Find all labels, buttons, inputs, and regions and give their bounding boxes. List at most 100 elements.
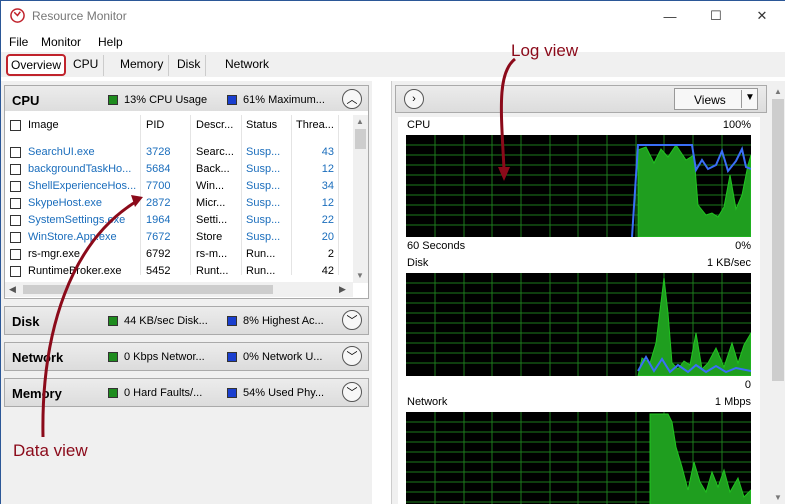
- scroll-down-icon[interactable]: ▼: [356, 271, 364, 280]
- disk-graph-max: 1 KB/sec: [706, 257, 751, 269]
- process-threads: 42: [321, 265, 334, 277]
- minimize-button[interactable]: —: [647, 1, 693, 31]
- process-threads: 43: [321, 146, 334, 158]
- process-image: WinStore.App.exe: [28, 231, 117, 243]
- column-header-threads[interactable]: Threa...: [296, 119, 336, 131]
- select-all-checkbox[interactable]: [10, 120, 21, 131]
- disk-section-title: Disk: [12, 314, 40, 329]
- cpu-process-table: Image PID Descr... Status Threa... Searc…: [4, 111, 369, 299]
- process-threads: 2: [327, 248, 334, 260]
- network-section-header[interactable]: Network 0 Kbps Networ... 0% Network U...…: [4, 342, 369, 371]
- network-graph: [406, 412, 751, 504]
- column-header-image[interactable]: Image: [28, 119, 59, 131]
- row-checkbox[interactable]: [10, 266, 21, 277]
- memory-section-header[interactable]: Memory 0 Hard Faults/... 54% Used Phy...…: [4, 378, 369, 407]
- table-row[interactable]: ShellExperienceHos... 7700 Win... Susp... 34: [5, 178, 351, 195]
- process-threads: 12: [321, 163, 334, 175]
- table-row[interactable]: backgroundTaskHo... 5684 Back... Susp... 12: [5, 161, 351, 178]
- row-checkbox[interactable]: [10, 181, 21, 192]
- process-status: Susp...: [246, 197, 281, 209]
- tab-bar: Overview CPU Memory Disk Network: [1, 52, 785, 77]
- disk-highest-legend-icon: [227, 316, 237, 326]
- table-row[interactable]: RuntimeBroker.exe 5452 Runt... Run... 42: [5, 263, 351, 280]
- maximize-button[interactable]: ☐: [693, 1, 739, 31]
- cpu-graph-max: 100%: [722, 119, 751, 131]
- disk-graph-min: 0: [744, 379, 751, 391]
- expand-chevron-icon[interactable]: ﹀: [342, 346, 362, 366]
- disk-graph: [406, 273, 751, 376]
- cpu-graph-title: CPU: [407, 119, 431, 131]
- cpu-max-metric: 61% Maximum...: [243, 94, 325, 106]
- row-checkbox[interactable]: [10, 232, 21, 243]
- scroll-left-icon[interactable]: ◀: [9, 284, 16, 295]
- menu-monitor[interactable]: Monitor: [41, 35, 81, 49]
- row-checkbox[interactable]: [10, 147, 21, 158]
- network-activity-metric: 0 Kbps Networ...: [124, 351, 205, 363]
- process-description: Searc...: [196, 146, 234, 158]
- cpu-graph-min: 0%: [735, 240, 751, 252]
- network-activity-legend-icon: [108, 352, 118, 362]
- process-pid: 5452: [146, 265, 171, 277]
- disk-activity-legend-icon: [108, 316, 118, 326]
- used-memory-legend-icon: [227, 388, 237, 398]
- process-description: Runt...: [196, 265, 229, 277]
- table-row[interactable]: SystemSettings.exe 1964 Setti... Susp... 22: [5, 212, 351, 229]
- tab-cpu[interactable]: CPU: [68, 55, 105, 76]
- resource-monitor-window: Resource Monitor — ☐ ✕ File Monitor Help…: [0, 0, 785, 504]
- tab-memory[interactable]: Memory: [115, 55, 170, 76]
- scroll-thumb[interactable]: [23, 285, 273, 294]
- column-header-pid[interactable]: PID: [146, 119, 164, 131]
- horizontal-scrollbar[interactable]: ◀ ▶: [5, 282, 353, 297]
- expand-chevron-icon[interactable]: ﹀: [342, 382, 362, 402]
- views-dropdown[interactable]: Views ▼: [674, 88, 758, 110]
- column-header-status[interactable]: Status: [246, 119, 277, 131]
- expand-chevron-icon[interactable]: ﹀: [342, 310, 362, 330]
- menu-file[interactable]: File: [9, 35, 28, 49]
- process-description: Micr...: [196, 197, 226, 209]
- graphs-vertical-scrollbar[interactable]: ▲ ▼: [770, 85, 785, 504]
- chevron-down-icon[interactable]: ▼: [745, 92, 755, 103]
- collapse-chevron-icon[interactable]: ︿: [342, 89, 362, 109]
- process-status: Susp...: [246, 231, 281, 243]
- collapse-graphs-icon[interactable]: ›: [404, 89, 424, 109]
- column-header-description[interactable]: Descr...: [196, 119, 236, 131]
- tab-disk[interactable]: Disk: [172, 55, 207, 76]
- process-status: Run...: [246, 248, 276, 260]
- graphs-header: › Views ▼: [395, 85, 767, 113]
- cpu-section-header[interactable]: CPU 13% CPU Usage 61% Maximum... ︿: [4, 85, 369, 114]
- scroll-down-icon[interactable]: ▼: [774, 493, 782, 502]
- process-description: rs-m...: [196, 248, 228, 260]
- table-row[interactable]: SkypeHost.exe 2872 Micr... Susp... 12: [5, 195, 351, 212]
- tab-network[interactable]: Network: [220, 55, 275, 76]
- table-row[interactable]: rs-mgr.exe 6792 rs-m... Run... 2: [5, 246, 351, 263]
- row-checkbox[interactable]: [10, 164, 21, 175]
- row-checkbox[interactable]: [10, 249, 21, 260]
- cpu-max-legend-icon: [227, 95, 237, 105]
- window-title: Resource Monitor: [32, 9, 127, 23]
- table-row[interactable]: WinStore.App.exe 7672 Store Susp... 20: [5, 229, 351, 246]
- scroll-up-icon[interactable]: ▲: [774, 87, 782, 96]
- scroll-thumb[interactable]: [355, 129, 366, 149]
- data-view-annotation: Data view: [13, 441, 88, 460]
- process-threads: 12: [321, 197, 334, 209]
- scroll-right-icon[interactable]: ▶: [339, 284, 346, 295]
- process-threads: 34: [321, 180, 334, 192]
- scroll-up-icon[interactable]: ▲: [356, 117, 364, 126]
- process-status: Susp...: [246, 180, 281, 192]
- tab-overview[interactable]: Overview: [6, 54, 67, 76]
- process-image: ShellExperienceHos...: [28, 180, 137, 192]
- row-checkbox[interactable]: [10, 215, 21, 226]
- scroll-thumb[interactable]: [772, 99, 784, 381]
- table-row[interactable]: SearchUI.exe 3728 Searc... Susp... 43: [5, 144, 351, 161]
- close-button[interactable]: ✕: [739, 1, 785, 31]
- process-image: SearchUI.exe: [28, 146, 95, 158]
- menu-help[interactable]: Help: [98, 35, 123, 49]
- disk-graph-title: Disk: [407, 257, 429, 269]
- vertical-scrollbar[interactable]: ▲ ▼: [353, 115, 368, 283]
- process-description: Store: [196, 231, 223, 243]
- network-section-title: Network: [12, 350, 64, 365]
- dropdown-divider: [741, 90, 742, 108]
- row-checkbox[interactable]: [10, 198, 21, 209]
- disk-section-header[interactable]: Disk 44 KB/sec Disk... 8% Highest Ac... …: [4, 306, 369, 335]
- process-pid: 5684: [146, 163, 171, 175]
